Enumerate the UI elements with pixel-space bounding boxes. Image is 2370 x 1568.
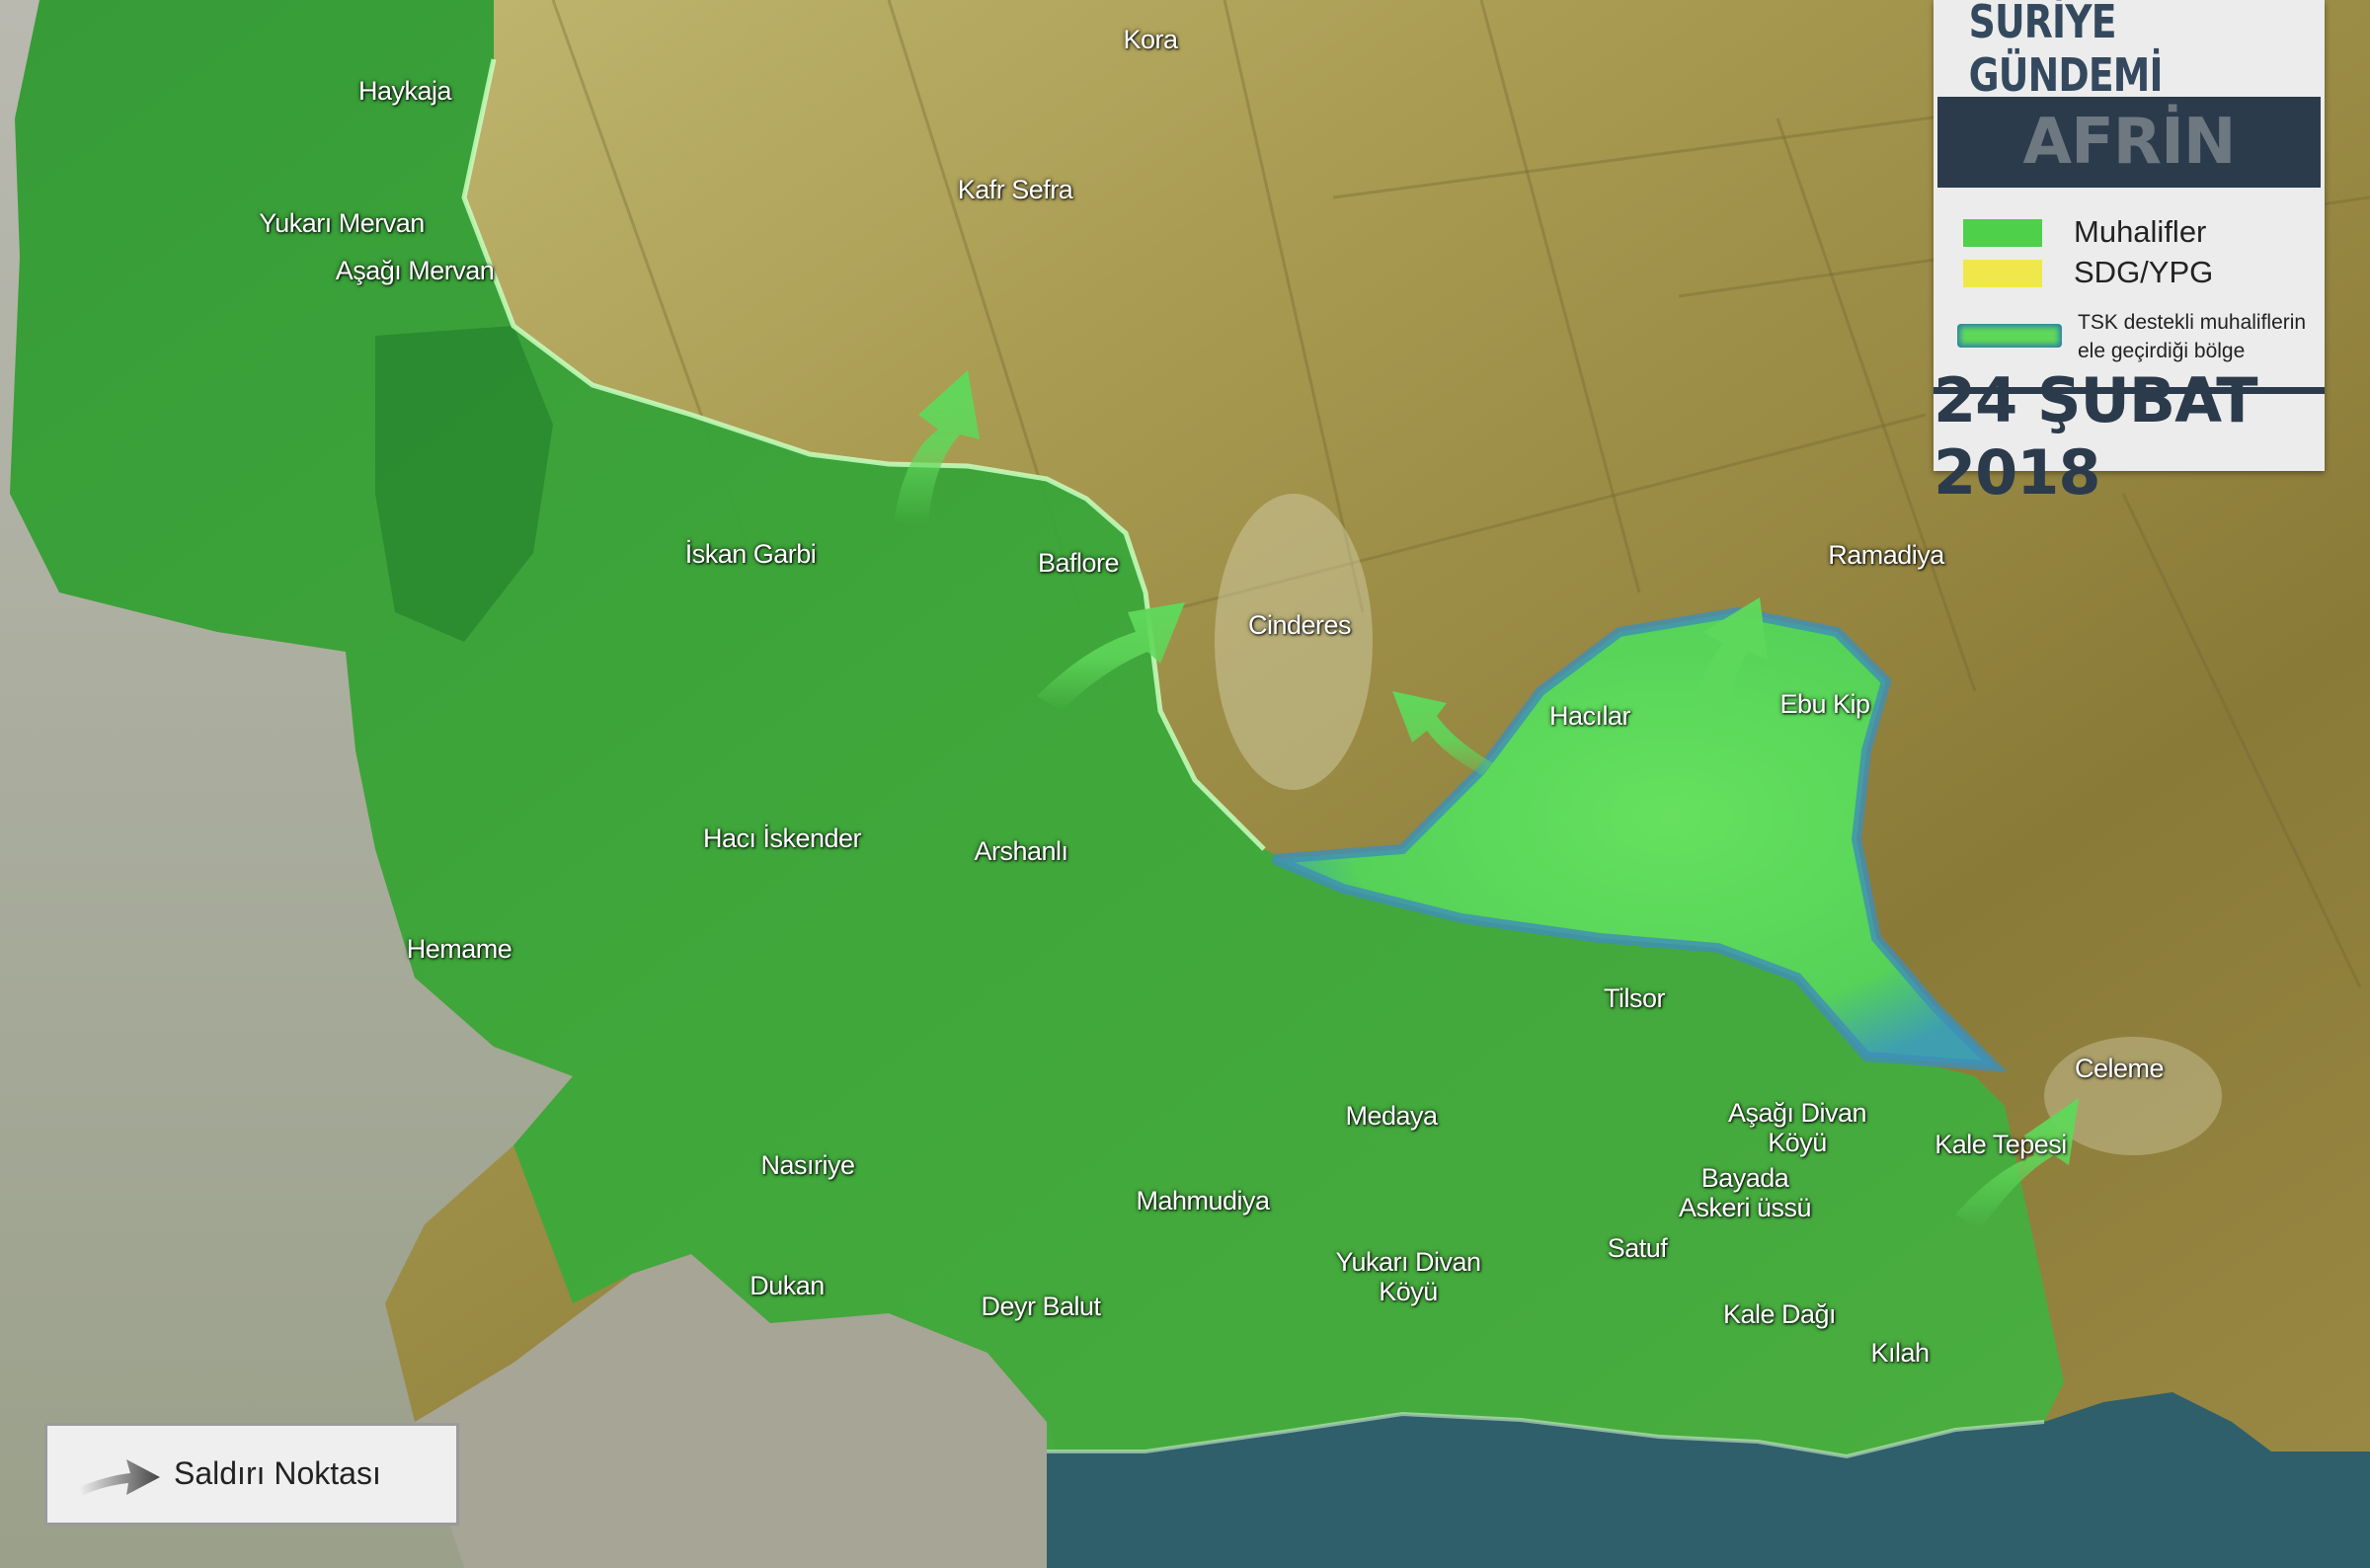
place-label-iskan-garbi: İskan Garbi	[684, 539, 817, 569]
legend-label-sdg-ypg: SDG/YPG	[2074, 255, 2214, 289]
place-label-haci-iskender: Hacı İskender	[702, 823, 862, 853]
attack-arrow-icon	[79, 1459, 160, 1495]
place-label-kale-tepesi: Kale Tepesi	[1935, 1130, 2067, 1159]
legend-item-captured: TSK destekli muhaliflerin ele geçirdiği …	[1934, 311, 2325, 371]
cinderes-town	[1215, 494, 1373, 790]
place-label-tilsor: Tilsor	[1604, 983, 1666, 1013]
place-label-kale-dagi: Kale Dağı	[1722, 1299, 1837, 1329]
place-label-mahmudiya: Mahmudiya	[1136, 1186, 1270, 1215]
place-label-kafr-sefra: Kafr Sefra	[957, 175, 1073, 204]
legend-label-captured: TSK destekli muhaliflerin ele geçirdiği …	[2078, 311, 2307, 362]
place-label-ramadiya: Ramadiya	[1828, 540, 1944, 570]
place-label-satuf: Satuf	[1607, 1233, 1668, 1263]
place-label-asagi-divan-koyu: Aşağı Divan Köyü	[1727, 1098, 1867, 1157]
place-label-kora: Kora	[1123, 25, 1178, 54]
place-label-kilah: Kılah	[1870, 1338, 1930, 1368]
attack-legend: Saldırı Noktası	[44, 1423, 459, 1526]
place-label-nasiriye: Nasıriye	[760, 1150, 855, 1180]
place-label-cinderes: Cinderes	[1247, 610, 1352, 640]
place-label-yukari-mervan: Yukarı Mervan	[259, 208, 425, 238]
legend-swatch-muhalifler	[1963, 219, 2042, 247]
place-label-medaya: Medaya	[1345, 1101, 1438, 1131]
legend-swatch-captured	[1957, 324, 2062, 348]
place-label-arshanli: Arshanlı	[974, 836, 1068, 866]
place-label-dukan: Dukan	[750, 1271, 825, 1300]
place-label-baflore: Baflore	[1037, 548, 1120, 578]
place-label-celeme: Celeme	[2074, 1054, 2165, 1083]
place-label-deyr-balut: Deyr Balut	[981, 1292, 1101, 1321]
legend-item-sdg-ypg: SDG/YPG	[1934, 252, 2325, 291]
place-label-hacilar: Hacılar	[1548, 701, 1631, 731]
legend-date: 24 ŞUBAT 2018	[1934, 364, 2325, 509]
legend-brand: SURİYE GÜNDEMİ	[1968, 0, 2164, 102]
legend-panel: SURİYE GÜNDEMİ AFRİN Muhalifler SDG/YPG …	[1934, 0, 2325, 509]
legend-region-title: AFRİN	[1937, 97, 2321, 188]
place-label-bayada-askeri-ussu: Bayada Askeri üssü	[1678, 1163, 1812, 1222]
place-label-haykaja: Haykaja	[357, 76, 452, 106]
attack-legend-label: Saldırı Noktası	[174, 1455, 381, 1491]
place-label-hemame: Hemame	[406, 934, 513, 964]
legend-item-muhalifler: Muhalifler	[1934, 211, 2325, 251]
legend-label-muhalifler: Muhalifler	[2074, 214, 2207, 249]
place-label-ebu-kip: Ebu Kip	[1779, 689, 1870, 719]
place-label-asagi-mervan: Aşağı Mervan	[335, 256, 495, 285]
legend-swatch-sdg-ypg	[1963, 260, 2042, 287]
place-label-yukari-divan-koyu: Yukarı Divan Köyü	[1335, 1247, 1481, 1306]
